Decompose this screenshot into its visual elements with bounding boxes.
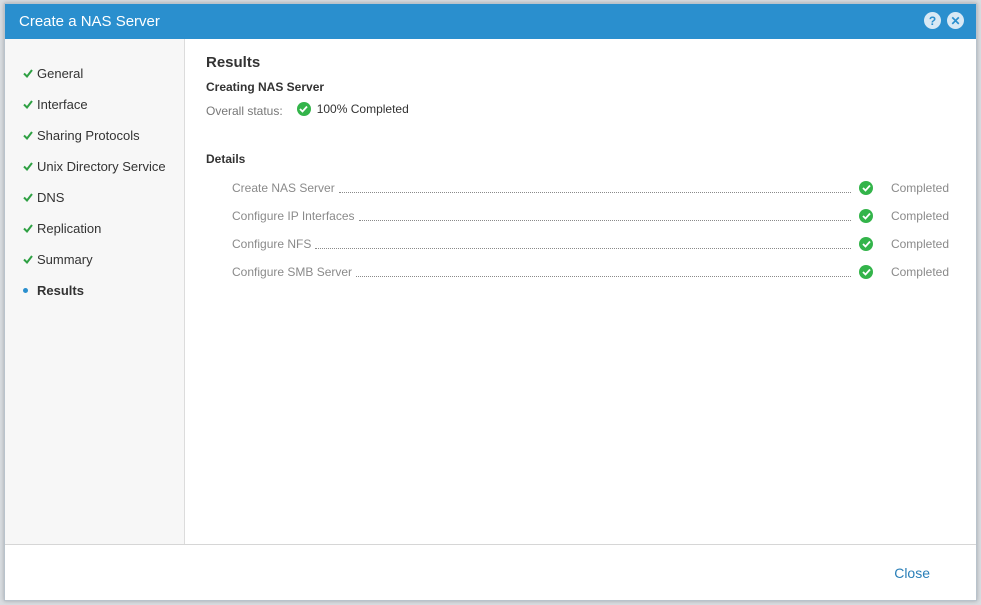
step-sharing-protocols[interactable]: Sharing Protocols: [23, 125, 140, 145]
detail-task-name: Configure SMB Server: [232, 265, 353, 279]
detail-task-name: Create NAS Server: [232, 181, 335, 195]
detail-status-text: Completed: [890, 209, 949, 223]
checkmark-icon: [23, 68, 35, 78]
close-icon[interactable]: ✕: [947, 12, 964, 29]
dotted-leader: [356, 267, 851, 277]
current-step-dot-icon: [23, 287, 35, 293]
titlebar-icons: ? ✕: [924, 12, 964, 29]
detail-status-text: Completed: [890, 181, 949, 195]
detail-row: Configure NFS Completed: [232, 236, 949, 252]
detail-status: Completed: [859, 237, 949, 251]
detail-task-name: Configure NFS: [232, 237, 312, 251]
dialog-footer: Close: [5, 544, 976, 600]
create-nas-server-dialog: Create a NAS Server ? ✕ General Interfac…: [4, 3, 977, 601]
close-button[interactable]: Close: [894, 565, 930, 581]
results-panel: Results Creating NAS Server Overall stat…: [185, 39, 976, 544]
detail-row: Configure IP Interfaces Completed: [232, 208, 949, 224]
detail-row: Configure SMB Server Completed: [232, 264, 949, 280]
step-label: DNS: [37, 189, 65, 205]
checkmark-icon: [23, 254, 35, 264]
overall-status-value: 100% Completed: [316, 102, 409, 116]
completed-check-icon: [859, 237, 873, 251]
checkmark-icon: [23, 161, 35, 171]
step-replication[interactable]: Replication: [23, 218, 101, 238]
step-results[interactable]: Results: [23, 280, 84, 300]
step-label: Unix Directory Service: [37, 158, 166, 174]
detail-task-name: Configure IP Interfaces: [232, 209, 355, 223]
step-general[interactable]: General: [23, 63, 83, 83]
detail-status-text: Completed: [890, 237, 949, 251]
detail-status: Completed: [859, 209, 949, 223]
step-unix-directory-service[interactable]: Unix Directory Service: [23, 156, 166, 176]
help-icon[interactable]: ?: [924, 12, 941, 29]
dialog-titlebar: Create a NAS Server ? ✕: [5, 4, 976, 39]
creating-heading: Creating NAS Server: [206, 80, 325, 94]
step-label: Sharing Protocols: [37, 127, 140, 143]
wizard-steps-sidebar: General Interface Sharing Protocols Unix…: [5, 39, 185, 544]
results-heading: Results: [206, 54, 261, 71]
step-label: Replication: [37, 220, 102, 236]
checkmark-icon: [23, 192, 35, 202]
overall-status-label: Overall status:: [206, 104, 283, 118]
dotted-leader: [315, 239, 851, 249]
step-label: Interface: [37, 96, 88, 112]
step-label: Results: [37, 282, 84, 298]
step-label: Summary: [37, 251, 93, 267]
step-summary[interactable]: Summary: [23, 249, 93, 269]
checkmark-icon: [23, 223, 35, 233]
step-label: General: [37, 65, 84, 81]
details-heading: Details: [206, 152, 246, 166]
checkmark-icon: [23, 130, 35, 140]
checkmark-icon: [23, 99, 35, 109]
dotted-leader: [358, 211, 851, 221]
step-dns[interactable]: DNS: [23, 187, 64, 207]
detail-status: Completed: [859, 265, 949, 279]
completed-check-icon: [859, 209, 873, 223]
step-interface[interactable]: Interface: [23, 94, 88, 114]
completed-check-icon: [859, 181, 873, 195]
completed-check-icon: [296, 102, 311, 116]
dotted-leader: [338, 183, 851, 193]
detail-row: Create NAS Server Completed: [232, 180, 949, 196]
detail-status: Completed: [859, 181, 949, 195]
overall-status: Overall status: 100% Completed: [206, 100, 409, 118]
completed-check-icon: [859, 265, 873, 279]
dialog-title: Create a NAS Server: [19, 13, 160, 30]
detail-status-text: Completed: [890, 265, 949, 279]
